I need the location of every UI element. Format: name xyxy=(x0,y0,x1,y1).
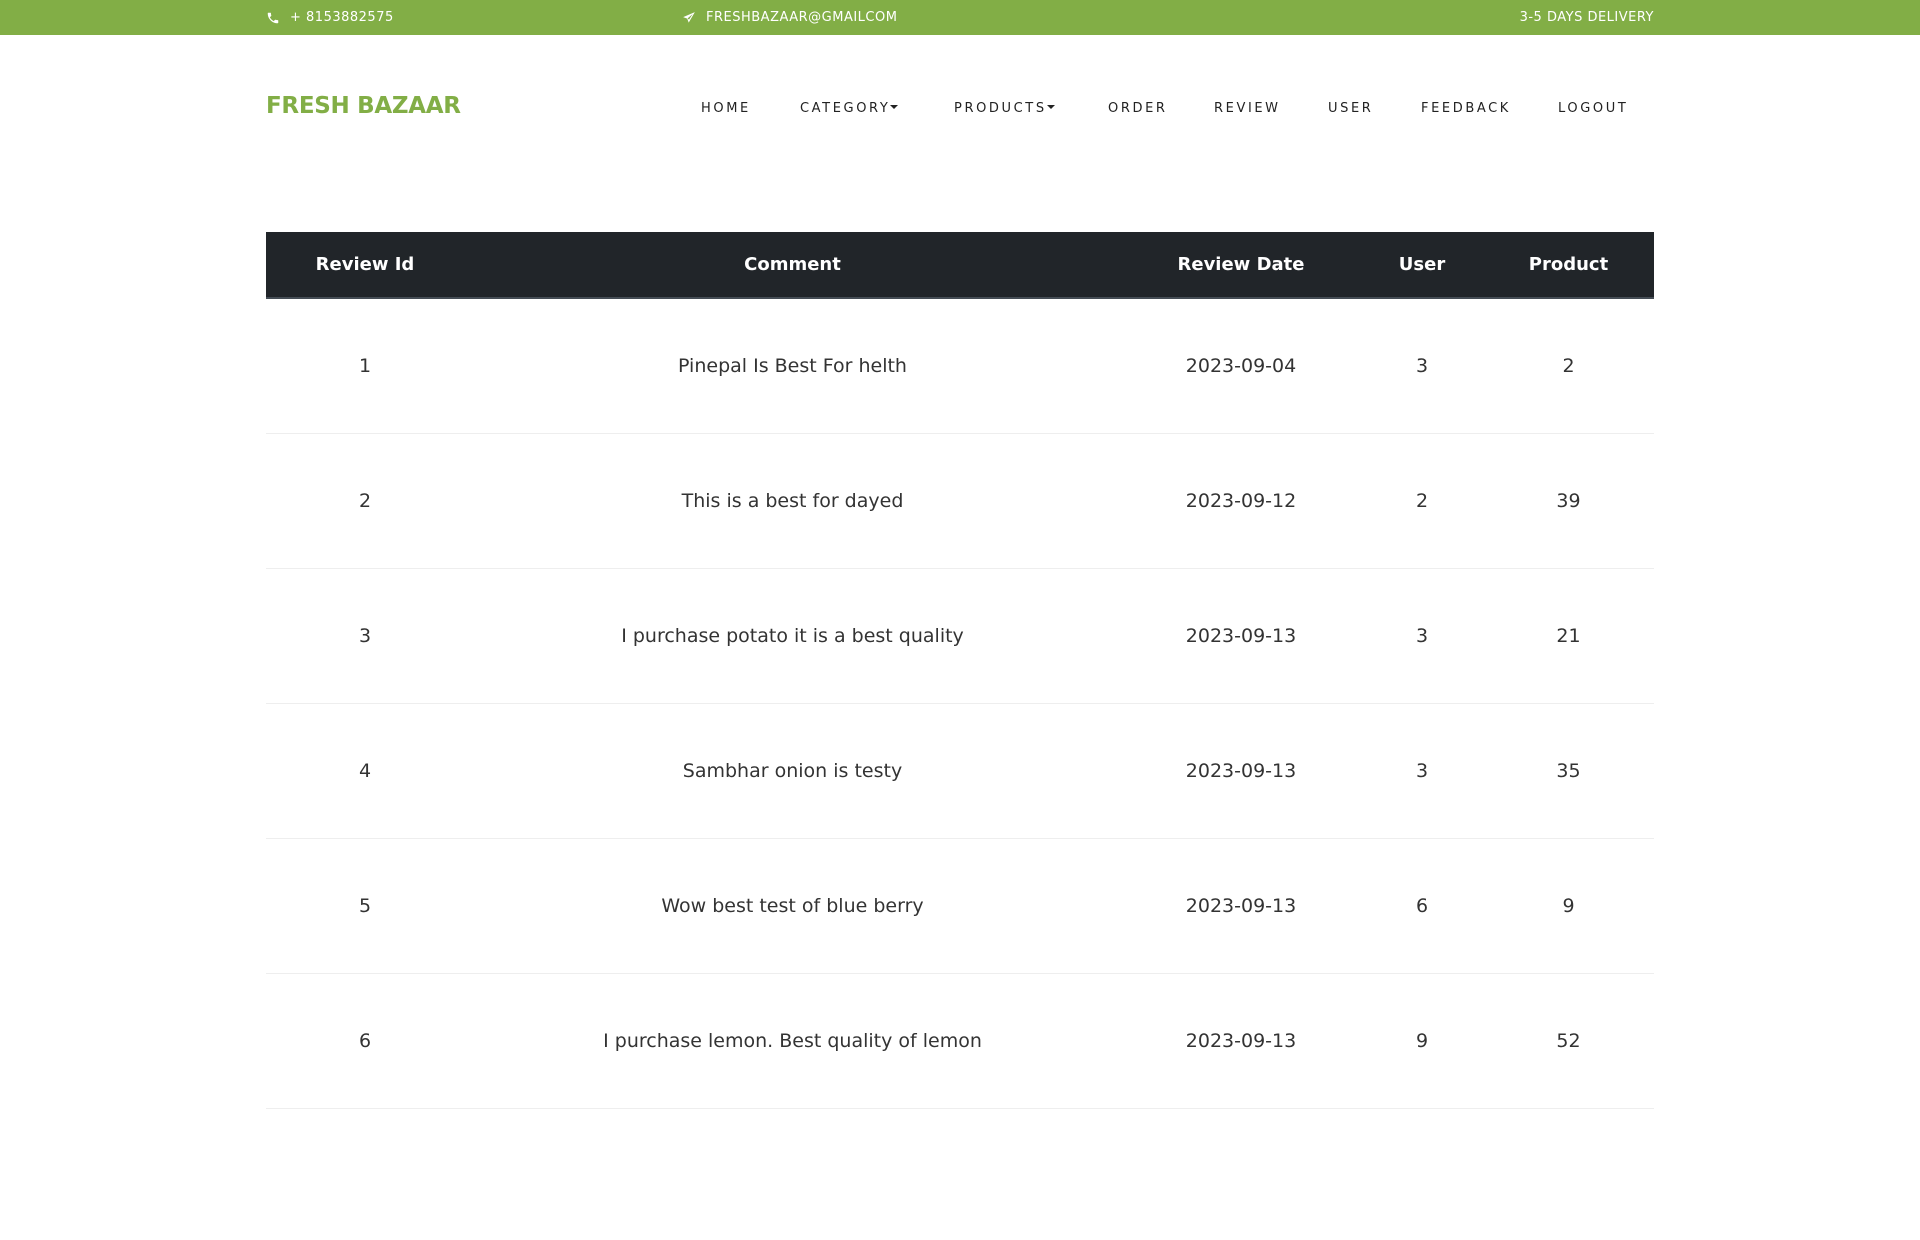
table-row: 2 This is a best for dayed 2023-09-12 2 … xyxy=(266,433,1654,568)
nav-products-label: PRODUCTS xyxy=(954,101,1047,116)
cell-product: 21 xyxy=(1556,624,1581,647)
cell-comment: This is a best for dayed xyxy=(681,489,904,512)
main-navbar: FRESH BAZAAR HOME CATEGORY PRODUCTS ORDE… xyxy=(0,35,1920,120)
cell-review-id: 2 xyxy=(358,489,372,512)
column-header-product: Product xyxy=(1483,232,1654,299)
cell-product: 52 xyxy=(1556,1029,1581,1052)
table-row: 4 Sambhar onion is testy 2023-09-13 3 35 xyxy=(266,703,1654,838)
top-info-bar: + 8153882575 FRESHBAZAAR@GMAILCOM 3-5 DA… xyxy=(0,0,1920,35)
contact-email: FRESHBAZAAR@GMAILCOM xyxy=(682,0,897,35)
cell-review-id: 3 xyxy=(358,624,372,647)
cell-review-date: 2023-09-04 xyxy=(1185,354,1297,377)
cell-comment: Pinepal Is Best For helth xyxy=(678,354,907,377)
cell-comment: Wow best test of blue berry xyxy=(661,894,924,917)
caret-down-icon xyxy=(890,104,899,109)
cell-user: 9 xyxy=(1415,1029,1429,1052)
nav-feedback[interactable]: FEEDBACK xyxy=(1421,101,1511,116)
table-row: 3 I purchase potato it is a best quality… xyxy=(266,568,1654,703)
cell-review-date: 2023-09-13 xyxy=(1185,1029,1297,1052)
cell-review-id: 1 xyxy=(358,354,372,377)
cell-review-date: 2023-09-13 xyxy=(1185,624,1297,647)
table-header-row: Review Id Comment Review Date User Produ… xyxy=(266,232,1654,299)
table-row: 1 Pinepal Is Best For helth 2023-09-04 3… xyxy=(266,298,1654,433)
cell-product: 2 xyxy=(1562,354,1575,377)
reviews-table: Review Id Comment Review Date User Produ… xyxy=(266,232,1654,1109)
column-header-user: User xyxy=(1361,232,1483,299)
table-body: 1 Pinepal Is Best For helth 2023-09-04 3… xyxy=(266,298,1654,1108)
cell-review-id: 6 xyxy=(358,1029,372,1052)
nav-category-label: CATEGORY xyxy=(800,101,891,116)
column-header-review-id: Review Id xyxy=(266,232,464,299)
phone-number: + 8153882575 xyxy=(290,10,394,25)
nav-menu: HOME CATEGORY PRODUCTS ORDER REVIEW USER… xyxy=(0,101,1920,121)
column-header-review-date: Review Date xyxy=(1121,232,1361,299)
cell-product: 39 xyxy=(1556,489,1581,512)
contact-phone: + 8153882575 xyxy=(266,0,394,35)
cell-comment: I purchase lemon. Best quality of lemon xyxy=(603,1029,982,1052)
nav-category-dropdown[interactable]: CATEGORY xyxy=(800,101,899,116)
nav-products-dropdown[interactable]: PRODUCTS xyxy=(954,101,1055,116)
table-row: 6 I purchase lemon. Best quality of lemo… xyxy=(266,973,1654,1108)
cell-user: 3 xyxy=(1415,759,1429,782)
cell-comment: Sambhar onion is testy xyxy=(682,759,903,782)
reviews-table-container: Review Id Comment Review Date User Produ… xyxy=(266,232,1654,1109)
nav-order[interactable]: ORDER xyxy=(1108,101,1168,116)
cell-comment: I purchase potato it is a best quality xyxy=(621,624,964,647)
cell-product: 9 xyxy=(1562,894,1575,917)
column-header-comment: Comment xyxy=(464,232,1121,299)
paper-plane-icon xyxy=(682,11,696,25)
nav-user[interactable]: USER xyxy=(1328,101,1373,116)
cell-user: 3 xyxy=(1415,624,1429,647)
delivery-text: 3-5 DAYS DELIVERY xyxy=(1519,10,1654,25)
cell-review-id: 5 xyxy=(358,894,372,917)
table-header: Review Id Comment Review Date User Produ… xyxy=(266,232,1654,299)
delivery-info: 3-5 DAYS DELIVERY xyxy=(1520,0,1654,35)
cell-user: 2 xyxy=(1415,489,1429,512)
email-address: FRESHBAZAAR@GMAILCOM xyxy=(706,10,898,25)
cell-product: 35 xyxy=(1556,759,1581,782)
cell-user: 6 xyxy=(1415,894,1429,917)
cell-user: 3 xyxy=(1415,354,1429,377)
nav-review[interactable]: REVIEW xyxy=(1214,101,1281,116)
caret-down-icon xyxy=(1046,104,1055,109)
nav-home[interactable]: HOME xyxy=(701,101,751,116)
table-row: 5 Wow best test of blue berry 2023-09-13… xyxy=(266,838,1654,973)
nav-logout[interactable]: LOGOUT xyxy=(1558,101,1628,116)
cell-review-date: 2023-09-13 xyxy=(1185,894,1297,917)
cell-review-id: 4 xyxy=(358,759,372,782)
cell-review-date: 2023-09-13 xyxy=(1185,759,1297,782)
cell-review-date: 2023-09-12 xyxy=(1185,489,1297,512)
phone-icon xyxy=(266,11,280,25)
